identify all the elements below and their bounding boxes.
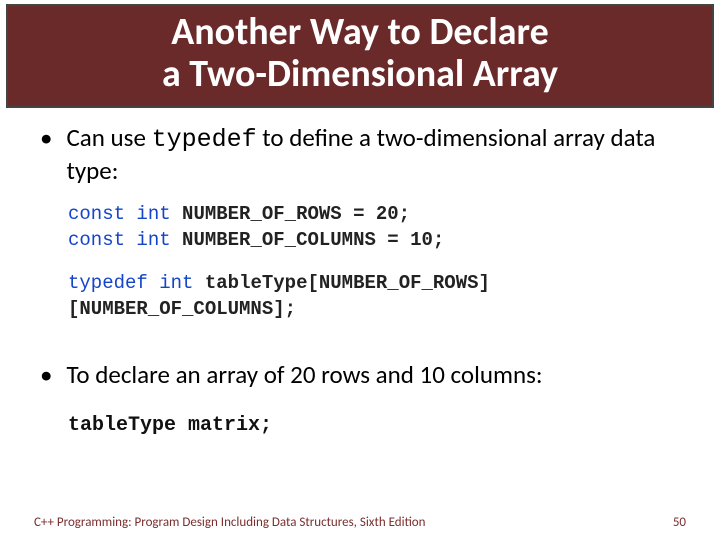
code-keyword: int bbox=[159, 272, 193, 294]
code-block-declare: tableType matrix; bbox=[68, 412, 682, 439]
code-blank-line bbox=[68, 253, 682, 271]
bullet-item: • Can use typedef to define a two-dimens… bbox=[38, 122, 682, 187]
code-keyword: const bbox=[68, 203, 125, 225]
bullet-dot-icon: • bbox=[40, 122, 52, 187]
title-bar: Another Way to Declare a Two-Dimensional… bbox=[6, 4, 714, 108]
slide-footer: C++ Programming: Program Design Includin… bbox=[0, 515, 720, 530]
code-identifier: NUMBER_OF_COLUMNS = 10; bbox=[182, 229, 444, 251]
footer-page-number: 50 bbox=[673, 515, 686, 530]
bullet-text-code: typedef bbox=[152, 125, 257, 154]
title-line-2: a Two-Dimensional Array bbox=[162, 51, 558, 97]
title-line-1: Another Way to Declare bbox=[171, 9, 548, 55]
code-identifier: NUMBER_OF_ROWS = 20; bbox=[182, 203, 410, 225]
bullet-text: Can use typedef to define a two-dimensio… bbox=[66, 122, 682, 187]
bullet-text-pre: Can use bbox=[66, 122, 151, 153]
bullet-item: • To declare an array of 20 rows and 10 … bbox=[38, 359, 682, 390]
bullet-text: To declare an array of 20 rows and 10 co… bbox=[66, 359, 682, 390]
code-block-typedef: const int NUMBER_OF_ROWS = 20; const int… bbox=[68, 202, 682, 323]
code-keyword: int bbox=[136, 203, 170, 225]
slide-body: • Can use typedef to define a two-dimens… bbox=[0, 108, 720, 439]
code-line: const int NUMBER_OF_COLUMNS = 10; bbox=[68, 228, 682, 254]
code-line: const int NUMBER_OF_ROWS = 20; bbox=[68, 202, 682, 228]
slide-title: Another Way to Declare a Two-Dimensional… bbox=[28, 12, 692, 96]
code-line: tableType matrix; bbox=[68, 414, 272, 437]
bullet-dot-icon: • bbox=[40, 359, 52, 390]
footer-source: C++ Programming: Program Design Includin… bbox=[34, 515, 426, 530]
code-keyword: int bbox=[136, 229, 170, 251]
slide: Another Way to Declare a Two-Dimensional… bbox=[0, 4, 720, 544]
code-keyword: typedef bbox=[68, 272, 148, 294]
code-keyword: const bbox=[68, 229, 125, 251]
code-line: typedef int tableType[NUMBER_OF_ROWS][NU… bbox=[68, 271, 682, 322]
spacer bbox=[38, 331, 682, 359]
